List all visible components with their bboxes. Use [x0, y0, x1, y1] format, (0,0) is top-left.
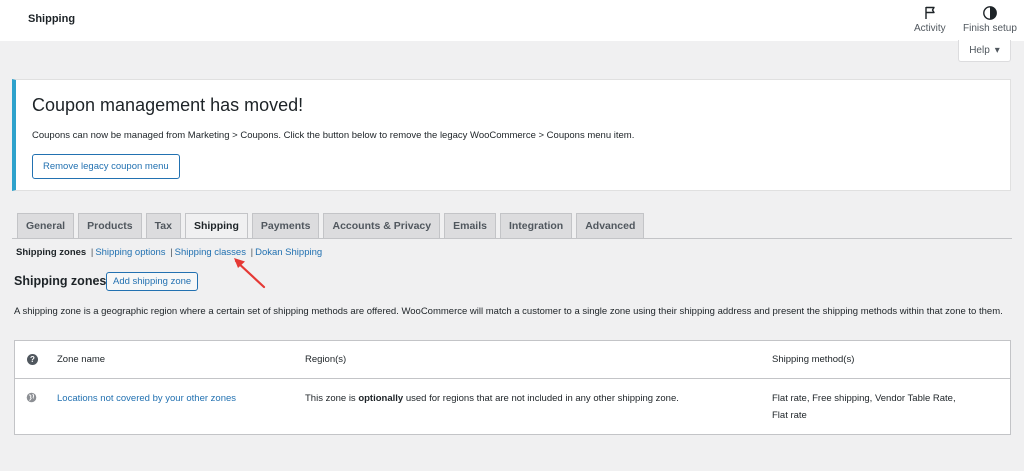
help-button[interactable]: Help ▾ — [958, 40, 1011, 62]
zone-name-link[interactable]: Locations not covered by your other zone… — [57, 390, 236, 407]
region-text-end: used for regions that are not included i… — [403, 393, 679, 404]
tab-payments[interactable]: Payments — [251, 213, 320, 238]
annotation-arrow — [234, 258, 266, 289]
region-text-start: This zone is — [305, 393, 359, 404]
tab-shipping[interactable]: Shipping — [184, 213, 248, 239]
zone-methods-line-1: Flat rate, Free shipping, Vendor Table R… — [772, 393, 956, 404]
subnav-separator: | — [170, 247, 173, 258]
globe-icon — [26, 392, 37, 406]
tab-accounts-privacy[interactable]: Accounts & Privacy — [323, 213, 441, 238]
subnav-shipping-zones[interactable]: Shipping zones — [16, 247, 86, 258]
help-label: Help — [969, 45, 990, 56]
coupon-notice: Coupon management has moved! Coupons can… — [12, 79, 1011, 191]
tab-general[interactable]: General — [17, 213, 75, 238]
tab-integration[interactable]: Integration — [499, 213, 573, 238]
top-bar: Shipping Activity Finish setup — [0, 0, 1024, 41]
column-regions: Region(s) — [305, 354, 347, 365]
shipping-zones-table: ? Zone name Region(s) Shipping method(s)… — [14, 340, 1011, 435]
finish-setup-label: Finish setup — [963, 23, 1017, 34]
notice-text: Coupons can now be managed from Marketin… — [32, 130, 635, 141]
notice-title: Coupon management has moved! — [32, 95, 304, 115]
finish-setup-button[interactable]: Finish setup — [963, 5, 1017, 34]
tab-emails[interactable]: Emails — [444, 213, 496, 238]
question-icon[interactable]: ? — [27, 354, 38, 365]
shipping-subnav: Shipping zones | Shipping options | Shippi… — [16, 247, 322, 258]
region-text-bold: optionally — [358, 393, 404, 404]
half-circle-icon — [982, 5, 998, 21]
settings-tabs: General Products Tax Shipping Payments A… — [17, 213, 645, 239]
activity-label: Activity — [914, 23, 946, 34]
tab-advanced[interactable]: Advanced — [576, 213, 645, 238]
tab-tax[interactable]: Tax — [145, 213, 181, 238]
subnav-separator: | — [90, 247, 94, 258]
caret-down-icon: ▾ — [994, 45, 1000, 56]
subnav-shipping-options[interactable]: Shipping options — [95, 247, 165, 258]
tabs-divider — [12, 238, 1012, 239]
tab-products[interactable]: Products — [78, 213, 142, 238]
zone-region-text: This zone is optionally used for regions… — [305, 390, 679, 407]
add-shipping-zone-button[interactable]: Add shipping zone — [106, 272, 199, 291]
remove-legacy-coupon-button[interactable]: Remove legacy coupon menu — [32, 154, 180, 179]
column-zone-name: Zone name — [57, 354, 106, 365]
section-description: A shipping zone is a geographic region w… — [14, 306, 1003, 317]
section-title: Shipping zones — [14, 274, 107, 288]
page-title: Shipping — [28, 13, 76, 25]
table-header: ? Zone name Region(s) Shipping method(s) — [15, 341, 1010, 379]
flag-icon — [922, 5, 938, 21]
zone-methods-line-2: Flat rate — [772, 410, 807, 421]
activity-button[interactable]: Activity — [914, 5, 946, 34]
column-shipping-methods: Shipping method(s) — [772, 354, 855, 365]
